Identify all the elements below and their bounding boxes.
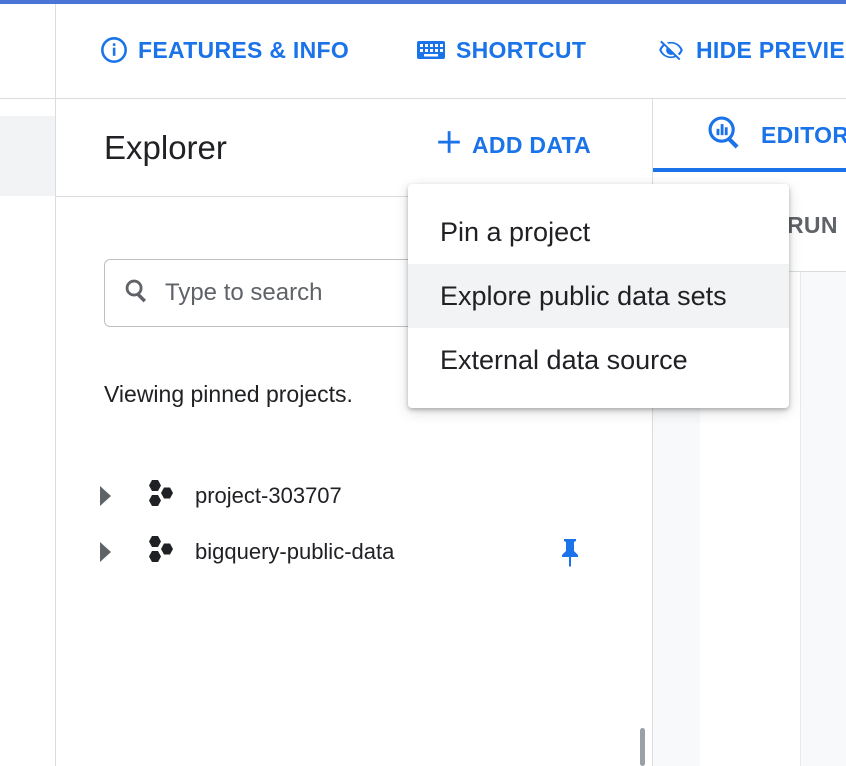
shortcut-label: SHORTCUT: [456, 36, 587, 63]
features-info-label: FEATURES & INFO: [138, 36, 350, 63]
add-data-button[interactable]: ADD DATA: [436, 129, 591, 161]
shortcut-button[interactable]: SHORTCUT: [416, 32, 586, 68]
search-input[interactable]: [163, 278, 407, 308]
tab-editor[interactable]: EDITOR: [653, 99, 846, 171]
hide-preview-label: HIDE PREVIE: [696, 36, 846, 63]
menu-item-external-data-source[interactable]: External data source: [408, 328, 789, 392]
project-name[interactable]: bigquery-public-data: [195, 539, 394, 565]
run-button[interactable]: RUN: [787, 212, 838, 239]
editor-area-border: [800, 272, 801, 766]
pin-icon[interactable]: [560, 538, 580, 573]
explorer-search[interactable]: [104, 259, 434, 327]
plus-icon: [436, 129, 462, 161]
info-icon: [100, 36, 128, 64]
menu-item-explore-public-datasets[interactable]: Explore public data sets: [408, 264, 789, 328]
query-editor-icon: [705, 113, 743, 157]
explorer-title: Explorer: [104, 129, 227, 166]
visibility-off-icon: [656, 37, 686, 63]
tree-row-project-303707[interactable]: project-303707: [100, 476, 620, 516]
project-name[interactable]: project-303707: [195, 483, 342, 509]
keyboard-icon: [416, 38, 446, 62]
project-hexagons-icon: [143, 479, 177, 514]
add-data-label: ADD DATA: [472, 131, 592, 158]
add-data-menu: Pin a project Explore public data sets E…: [408, 184, 789, 408]
expand-arrow-icon[interactable]: [100, 486, 111, 506]
explorer-scrollbar[interactable]: [640, 728, 645, 766]
expand-arrow-icon[interactable]: [100, 542, 111, 562]
menu-item-pin-project[interactable]: Pin a project: [408, 200, 789, 264]
viewing-pinned-text: Viewing pinned projects.: [104, 381, 353, 407]
search-icon: [123, 277, 151, 310]
left-nav-selected[interactable]: [0, 116, 55, 196]
hide-preview-button[interactable]: HIDE PREVIE: [656, 32, 845, 68]
editor-tab-label: EDITOR: [761, 121, 846, 148]
project-hexagons-icon: [143, 535, 177, 570]
tree-row-bigquery-public-data[interactable]: bigquery-public-data: [100, 532, 620, 572]
features-info-button[interactable]: FEATURES & INFO: [100, 32, 349, 68]
